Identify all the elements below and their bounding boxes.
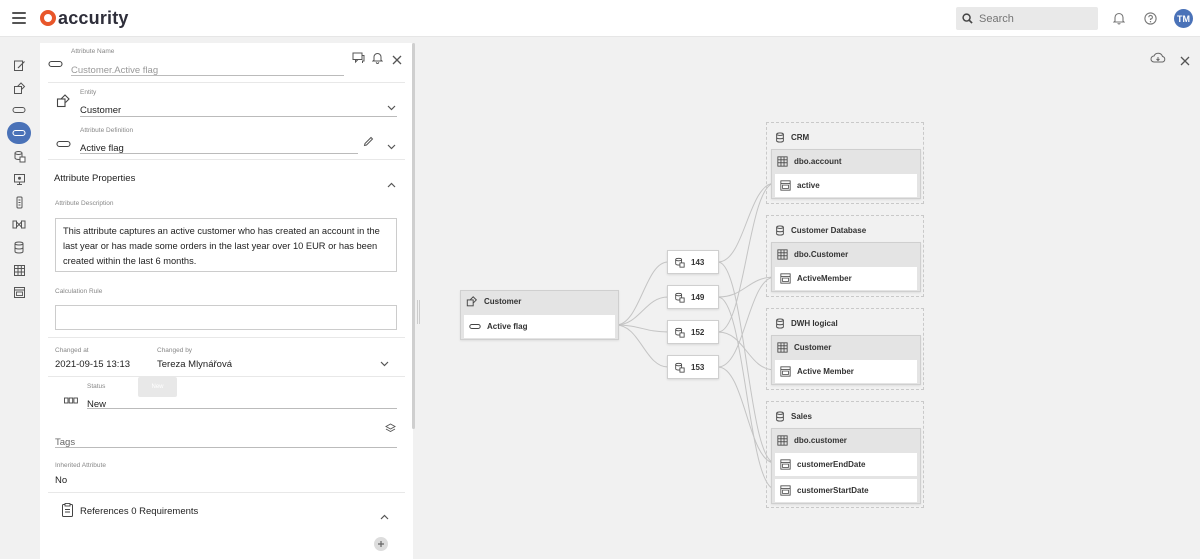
reference-node[interactable]: 152 (667, 320, 719, 344)
structure-node[interactable]: dbo.Customer ActiveMember (771, 242, 921, 292)
structure-node[interactable]: Customer Active Member (771, 335, 921, 385)
dataset-icon (674, 327, 685, 338)
database-name: Sales (791, 412, 812, 421)
database-icon (775, 132, 785, 143)
database-group[interactable]: Sales dbo.customer customerEndDate custo… (766, 401, 924, 508)
entity-node-title: Customer (484, 297, 522, 306)
dataset-icon (674, 292, 685, 303)
structure-node[interactable]: dbo.account active (771, 149, 921, 199)
database-name: DWH logical (791, 319, 838, 328)
column-row[interactable]: active (775, 174, 917, 197)
dataset-icon (674, 257, 685, 268)
column-row[interactable]: Active Member (775, 360, 917, 383)
database-name: CRM (791, 133, 810, 142)
table-icon (777, 249, 788, 260)
dataset-icon (674, 362, 685, 373)
database-group[interactable]: CRM dbo.account active (766, 122, 924, 204)
reference-node[interactable]: 143 (667, 250, 719, 274)
database-group[interactable]: DWH logical Customer Active Member (766, 308, 924, 390)
column-name: Active Member (797, 367, 854, 376)
table-icon (777, 435, 788, 446)
database-icon (775, 411, 785, 422)
table-icon (777, 156, 788, 167)
entity-icon (466, 296, 478, 307)
reference-node[interactable]: 153 (667, 355, 719, 379)
structure-node[interactable]: dbo.customer customerEndDate customerSta… (771, 428, 921, 504)
attribute-icon (469, 323, 481, 330)
column-name: customerStartDate (797, 486, 869, 495)
column-name: ActiveMember (797, 274, 852, 283)
reference-node-label: 149 (691, 292, 705, 302)
structure-name: dbo.customer (794, 436, 847, 445)
column-icon (780, 459, 791, 470)
column-icon (780, 180, 791, 191)
reference-node-label: 143 (691, 257, 705, 267)
column-icon (780, 273, 791, 284)
lineage-connectors (615, 182, 776, 490)
table-icon (777, 342, 788, 353)
attribute-node-label: Active flag (487, 322, 528, 331)
database-icon (775, 225, 785, 236)
structure-name: Customer (794, 343, 832, 352)
column-row[interactable]: customerEndDate (775, 453, 917, 476)
column-icon (780, 485, 791, 496)
database-name: Customer Database (791, 226, 867, 235)
column-name: customerEndDate (797, 460, 866, 469)
reference-node[interactable]: 149 (667, 285, 719, 309)
column-row[interactable]: ActiveMember (775, 267, 917, 290)
attribute-node-row[interactable]: Active flag (464, 315, 615, 338)
column-icon (780, 366, 791, 377)
structure-name: dbo.account (794, 157, 842, 166)
database-group[interactable]: Customer Database dbo.Customer ActiveMem… (766, 215, 924, 297)
database-icon (775, 318, 785, 329)
column-row[interactable]: customerStartDate (775, 479, 917, 502)
reference-node-label: 152 (691, 327, 705, 337)
reference-node-label: 153 (691, 362, 705, 372)
column-name: active (797, 181, 820, 190)
entity-node[interactable]: Customer Active flag (460, 290, 619, 340)
structure-name: dbo.Customer (794, 250, 849, 259)
